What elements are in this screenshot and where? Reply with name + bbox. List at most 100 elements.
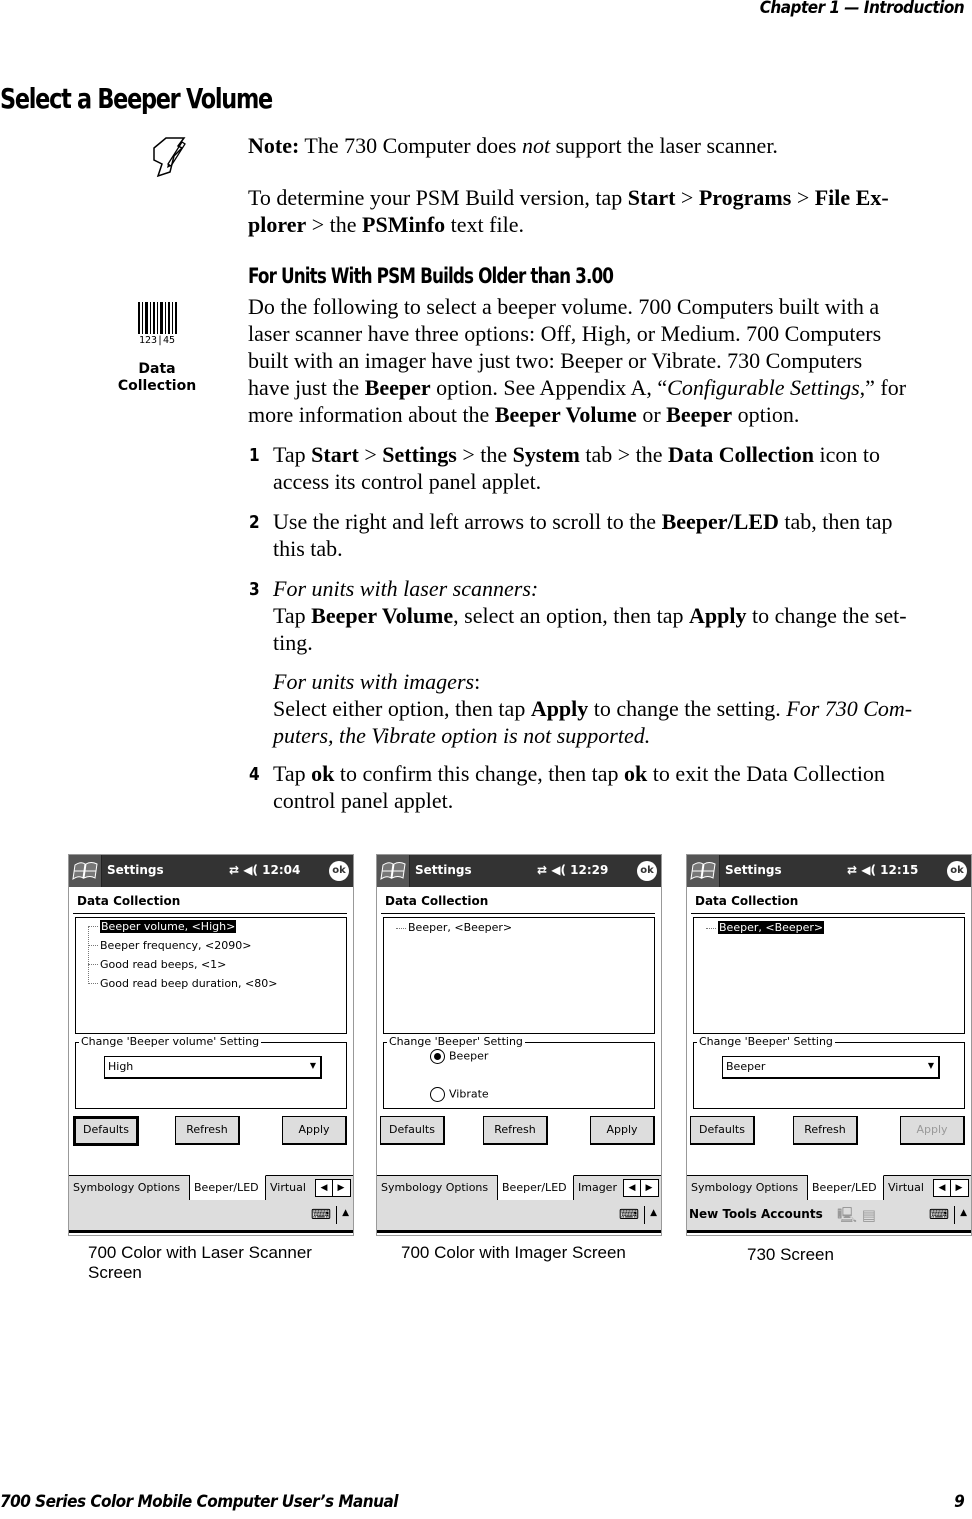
group-label: Change 'Beeper volume' Setting bbox=[79, 1035, 262, 1048]
group-label: Change 'Beeper' Setting bbox=[387, 1035, 525, 1048]
refresh-button[interactable]: Refresh bbox=[793, 1116, 858, 1145]
sip-up-arrow-icon[interactable]: ▲ bbox=[644, 1206, 657, 1224]
tab-right-arrow-icon[interactable]: ▶ bbox=[641, 1180, 657, 1196]
settings-tree[interactable]: Beeper, <Beeper> bbox=[383, 917, 655, 1034]
psm-version-paragraph: To determine your PSM Build version, tap… bbox=[248, 185, 889, 237]
tab-imager[interactable]: Imager bbox=[574, 1176, 622, 1200]
beeper-select[interactable]: Beeper ▼ bbox=[722, 1056, 940, 1079]
menu-bar: ⌨ ▲ bbox=[69, 1200, 353, 1233]
keyboard-icon[interactable]: ⌨ bbox=[619, 1207, 639, 1223]
screen-700-laser: Settings ⇄ ◀( 12:04 ok Data Collection B… bbox=[68, 854, 354, 1236]
speaker-icon[interactable]: ◀( bbox=[861, 863, 876, 877]
ok-button[interactable]: ok bbox=[329, 861, 349, 881]
ok-button[interactable]: ok bbox=[637, 861, 657, 881]
tab-scroll[interactable]: ◀ ▶ bbox=[623, 1179, 659, 1197]
radio-unselected-icon[interactable] bbox=[430, 1087, 445, 1102]
clock[interactable]: 12:29 bbox=[570, 863, 608, 877]
app-title: Data Collection bbox=[695, 894, 799, 908]
caption-730: 730 Screen bbox=[747, 1245, 834, 1264]
tab-virtual[interactable]: Virtual ’ bbox=[266, 1176, 314, 1218]
menu-accounts[interactable]: Accounts bbox=[761, 1207, 823, 1221]
settings-tree[interactable]: Beeper volume, <High> Beeper frequency, … bbox=[75, 917, 347, 1034]
tree-item[interactable]: Beeper volume, <High> bbox=[98, 919, 238, 934]
divider bbox=[73, 913, 347, 914]
radio-beeper[interactable]: Beeper bbox=[430, 1049, 488, 1064]
data-collection-label-2: Collection bbox=[117, 378, 197, 394]
footer-manual-title: 700 Series Color Mobile Computer User’s … bbox=[0, 1492, 399, 1512]
note-label: Note: bbox=[248, 133, 300, 158]
keyboard-icon[interactable]: ⌨ bbox=[929, 1207, 949, 1223]
apply-button[interactable]: Apply bbox=[590, 1116, 655, 1145]
start-flag-icon[interactable] bbox=[377, 855, 410, 887]
tree-item[interactable]: Beeper, <Beeper> bbox=[716, 920, 826, 935]
tab-right-arrow-icon[interactable]: ▶ bbox=[951, 1180, 967, 1196]
screen-700-imager: Settings ⇄ ◀( 12:29 ok Data Collection B… bbox=[376, 854, 662, 1236]
step-1: Tap Start > Settings > the System tab > … bbox=[273, 442, 881, 494]
tree-item[interactable]: Good read beeps, <1> bbox=[100, 958, 226, 971]
menu-new[interactable]: New bbox=[689, 1207, 718, 1221]
connect-computer-icon[interactable]: 🖳 bbox=[837, 1206, 857, 1224]
tree-item[interactable]: Beeper, <Beeper> bbox=[408, 921, 512, 934]
subsection-title: For Units With PSM Builds Older than 3.0… bbox=[248, 264, 614, 288]
page-number: 9 bbox=[953, 1492, 965, 1512]
sip-up-arrow-icon[interactable]: ▲ bbox=[954, 1206, 967, 1224]
tab-scroll[interactable]: ◀ ▶ bbox=[315, 1179, 351, 1197]
window-title: Settings bbox=[415, 863, 472, 877]
tab-bar: Symbology Options Beeper/LED Virtual ’ ◀… bbox=[69, 1175, 353, 1218]
connectivity-icon[interactable]: ⇄ bbox=[229, 863, 239, 877]
step-number-4: 4 bbox=[248, 764, 260, 785]
clock[interactable]: 12:15 bbox=[880, 863, 918, 877]
tab-symbology-options[interactable]: Symbology Options bbox=[687, 1176, 808, 1200]
menu-tools[interactable]: Tools bbox=[722, 1207, 756, 1221]
tab-beeper-led[interactable]: Beeper/LED bbox=[190, 1175, 266, 1201]
tree-item[interactable]: Good read beep duration, <80> bbox=[100, 977, 277, 990]
section-title: Select a Beeper Volume bbox=[0, 82, 273, 115]
tab-right-arrow-icon[interactable]: ▶ bbox=[333, 1180, 349, 1196]
dropdown-arrow-icon[interactable]: ▼ bbox=[310, 1061, 316, 1070]
connectivity-icon[interactable]: ⇄ bbox=[537, 863, 547, 877]
tab-left-arrow-icon[interactable]: ◀ bbox=[316, 1180, 333, 1196]
radio-selected-icon[interactable] bbox=[430, 1049, 445, 1064]
connectivity-icon[interactable]: ⇄ bbox=[847, 863, 857, 877]
defaults-button[interactable]: Defaults bbox=[73, 1116, 139, 1146]
refresh-button[interactable]: Refresh bbox=[483, 1116, 548, 1145]
defaults-button[interactable]: Defaults bbox=[380, 1116, 445, 1145]
tab-scroll[interactable]: ◀ ▶ bbox=[933, 1179, 969, 1197]
start-flag-icon[interactable] bbox=[687, 855, 720, 887]
tab-bar: Symbology Options Beeper/LED Virtual ’ ◀… bbox=[687, 1175, 971, 1218]
speaker-icon[interactable]: ◀( bbox=[551, 863, 566, 877]
tab-beeper-led[interactable]: Beeper/LED bbox=[498, 1175, 574, 1201]
intro-paragraph: Do the following to select a beeper volu… bbox=[248, 294, 907, 427]
start-flag-icon[interactable] bbox=[69, 855, 102, 887]
beeper-volume-select[interactable]: High ▼ bbox=[104, 1056, 322, 1079]
tab-symbology-options[interactable]: Symbology Options bbox=[377, 1176, 498, 1200]
barcode-digits: 123|45 bbox=[139, 335, 175, 346]
menu-bar: ⌨ ▲ bbox=[377, 1200, 661, 1233]
apply-button-disabled[interactable]: Apply bbox=[900, 1116, 965, 1145]
ok-button[interactable]: ok bbox=[947, 861, 967, 881]
radio-vibrate[interactable]: Vibrate bbox=[430, 1087, 489, 1102]
dropdown-arrow-icon[interactable]: ▼ bbox=[928, 1061, 934, 1070]
apply-button[interactable]: Apply bbox=[282, 1116, 347, 1145]
window-title: Settings bbox=[725, 863, 782, 877]
refresh-button[interactable]: Refresh bbox=[175, 1116, 240, 1145]
speaker-icon[interactable]: ◀( bbox=[243, 863, 258, 877]
keyboard-icon[interactable]: ⌨ bbox=[311, 1207, 331, 1223]
tab-virtual[interactable]: Virtual ’ bbox=[884, 1176, 932, 1218]
settings-tree[interactable]: Beeper, <Beeper> bbox=[693, 917, 965, 1034]
divider bbox=[691, 913, 965, 914]
title-bar: Settings ⇄ ◀( 12:29 ok bbox=[377, 855, 661, 887]
sip-up-arrow-icon[interactable]: ▲ bbox=[336, 1206, 349, 1224]
defaults-button[interactable]: Defaults bbox=[690, 1116, 755, 1145]
title-bar: Settings ⇄ ◀( 12:15 ok bbox=[687, 855, 971, 887]
tab-left-arrow-icon[interactable]: ◀ bbox=[624, 1180, 641, 1196]
tab-beeper-led[interactable]: Beeper/LED bbox=[808, 1175, 884, 1201]
setting-group: Change 'Beeper volume' Setting High ▼ bbox=[75, 1035, 347, 1109]
chapter-header: Chapter 1 — Introduction bbox=[759, 0, 965, 18]
send-receive-icon[interactable]: ▤ bbox=[862, 1206, 876, 1224]
tab-left-arrow-icon[interactable]: ◀ bbox=[934, 1180, 951, 1196]
tree-item[interactable]: Beeper frequency, <2090> bbox=[100, 939, 251, 952]
tab-symbology-options[interactable]: Symbology Options bbox=[69, 1176, 190, 1200]
step-number-2: 2 bbox=[248, 512, 260, 533]
clock[interactable]: 12:04 bbox=[262, 863, 300, 877]
